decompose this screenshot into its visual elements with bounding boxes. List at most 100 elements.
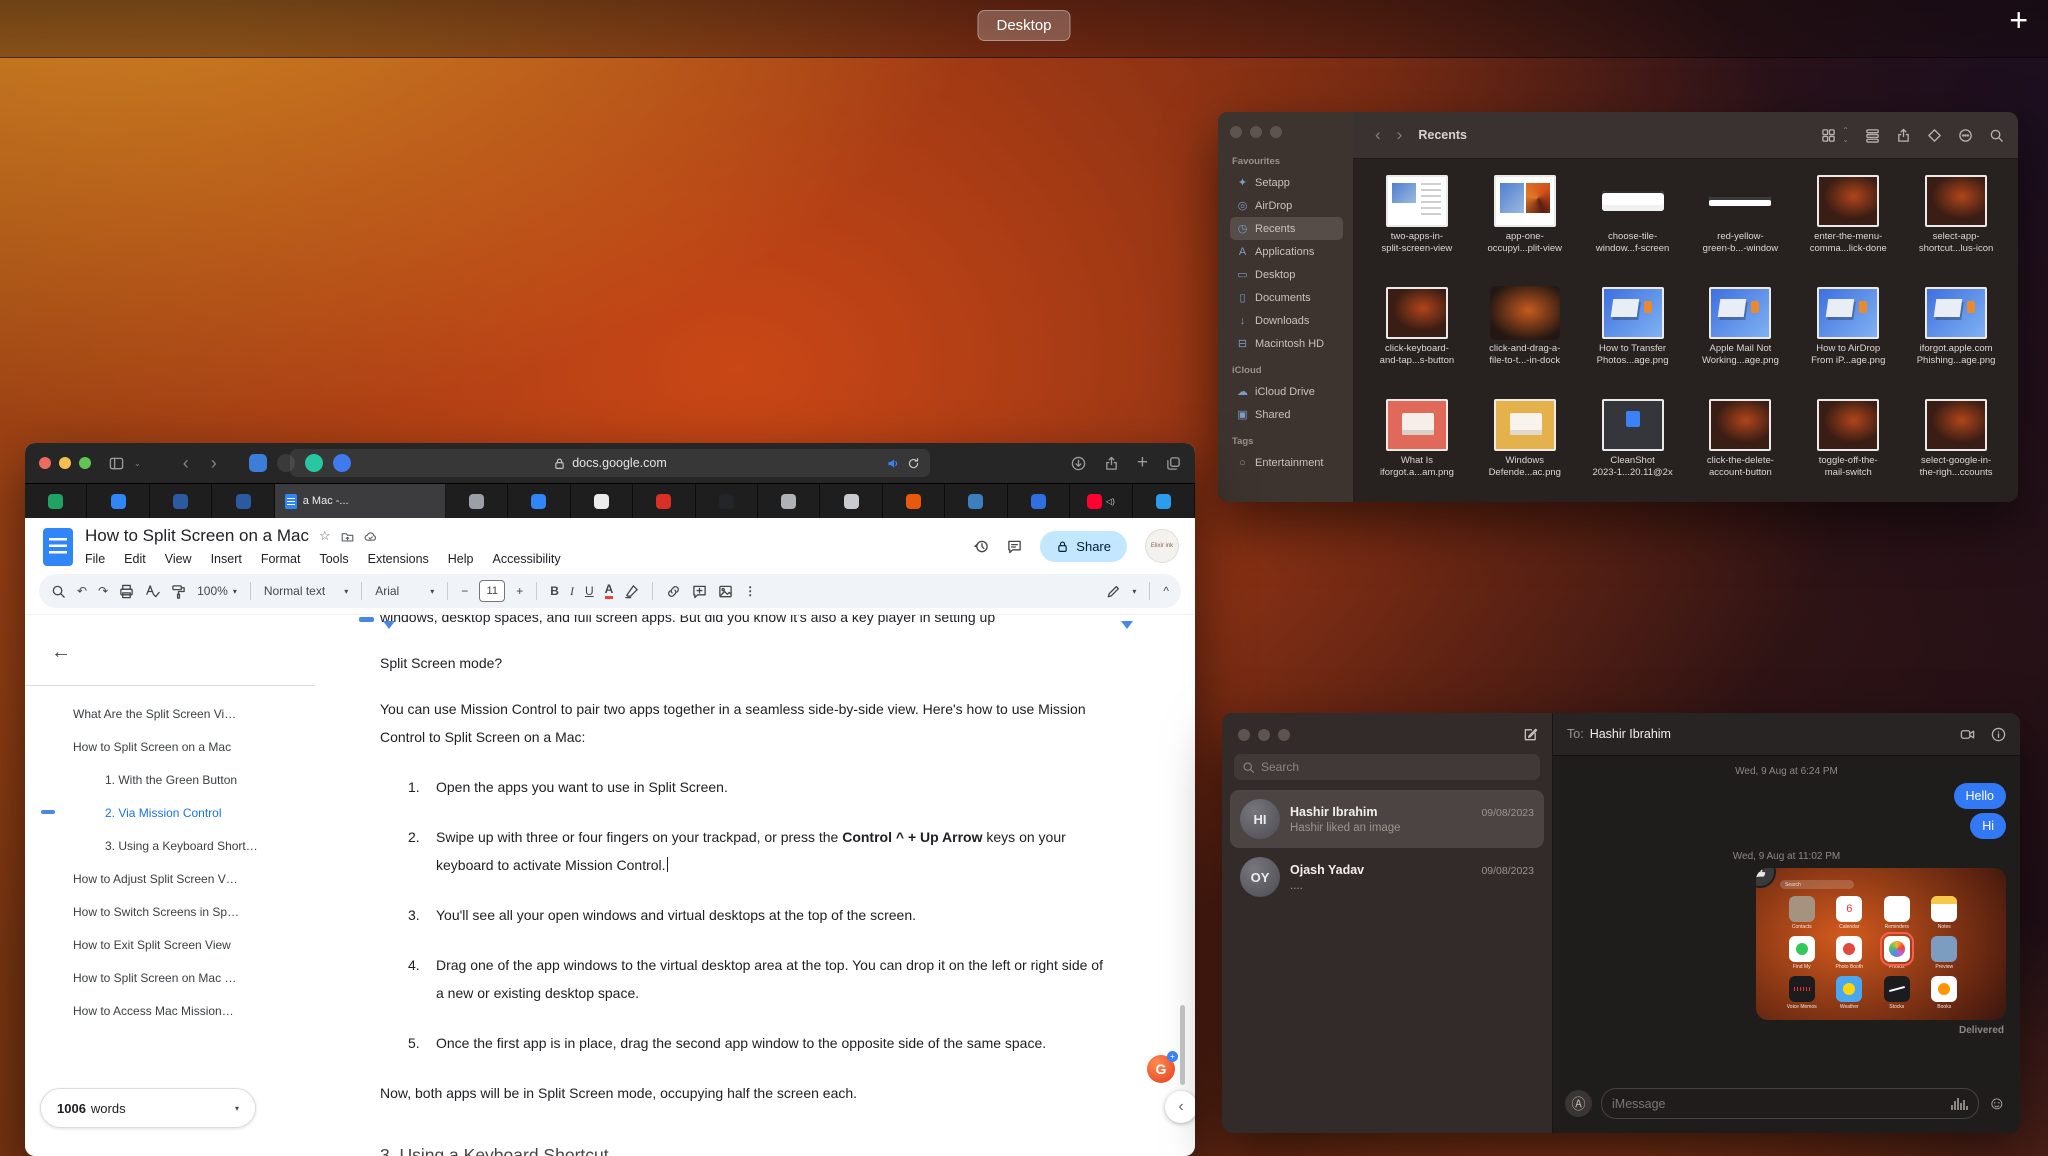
message-input[interactable]: iMessage: [1601, 1088, 1979, 1119]
undo-button[interactable]: ↶: [77, 584, 87, 598]
bold-button[interactable]: B: [550, 584, 559, 598]
sidebar-chevron[interactable]: ⌄: [134, 459, 141, 468]
pinned-tab[interactable]: [571, 484, 633, 518]
outline-item[interactable]: 1. With the Green Button: [25, 763, 355, 796]
compose-icon[interactable]: [1523, 727, 1538, 742]
menu-edit[interactable]: Edit: [124, 552, 146, 566]
sidebar-item-airdrop[interactable]: ◎AirDrop: [1230, 194, 1343, 217]
pinned-tab[interactable]: [758, 484, 820, 518]
finder-traffic-lights[interactable]: [1230, 126, 1343, 138]
comments-icon[interactable]: [1007, 539, 1022, 554]
share-icon[interactable]: [1104, 456, 1119, 471]
file-item[interactable]: two-apps-in-split-screen-view: [1367, 177, 1467, 289]
sidebar-item-shared[interactable]: ▣Shared: [1230, 403, 1343, 426]
sent-image-attachment[interactable]: Search Contacts6CalendarRemindersNotesFi…: [1756, 868, 2006, 1020]
address-bar[interactable]: docs.google.com: [290, 449, 930, 477]
tab-overview-icon[interactable]: [1166, 456, 1181, 471]
pinned-tab[interactable]: [820, 484, 882, 518]
move-folder-icon[interactable]: [341, 530, 354, 543]
account-avatar[interactable]: Elixir ink: [1145, 529, 1179, 563]
star-icon[interactable]: ☆: [319, 528, 331, 544]
heading-collapse-dash[interactable]: [359, 617, 374, 622]
pinned-tab[interactable]: [633, 484, 695, 518]
editing-mode-icon[interactable]: [1106, 584, 1121, 599]
pinned-tab[interactable]: ◁): [1070, 484, 1132, 518]
sent-message-bubble[interactable]: Hi: [1970, 813, 2006, 839]
font-select[interactable]: Arial▾: [375, 584, 434, 598]
audio-message-icon[interactable]: [1951, 1098, 1968, 1110]
file-item[interactable]: How to TransferPhotos...age.png: [1583, 289, 1683, 401]
menu-file[interactable]: File: [85, 552, 105, 566]
document-title[interactable]: How to Split Screen on a Mac: [85, 526, 309, 546]
menu-insert[interactable]: Insert: [211, 552, 242, 566]
file-item[interactable]: red-yellow-green-b...-window: [1691, 177, 1791, 289]
cloud-status-icon[interactable]: [364, 530, 377, 543]
menu-help[interactable]: Help: [448, 552, 474, 566]
menu-view[interactable]: View: [165, 552, 192, 566]
version-history-icon[interactable]: [974, 539, 989, 554]
file-item[interactable]: Apple Mail NotWorking...age.png: [1691, 289, 1791, 401]
paragraph-style-select[interactable]: Normal text▾: [264, 584, 348, 598]
outline-item[interactable]: How to Split Screen on a Mac: [25, 730, 355, 763]
add-space-button[interactable]: +: [2009, 2, 2028, 39]
conversation-row[interactable]: HIHashir Ibrahim09/08/2023Hashir liked a…: [1230, 790, 1544, 848]
editing-mode-chevron[interactable]: ▾: [1132, 587, 1136, 596]
sidebar-item-downloads[interactable]: ↓Downloads: [1230, 309, 1343, 332]
more-toolbar-button[interactable]: ⋮: [744, 584, 756, 598]
view-grid-icon[interactable]: [1821, 128, 1836, 143]
italic-button[interactable]: I: [570, 584, 574, 599]
font-size-increase[interactable]: +: [516, 584, 523, 598]
pinned-tab[interactable]: [25, 484, 87, 518]
insert-link-icon[interactable]: [666, 584, 681, 599]
emoji-picker-icon[interactable]: ☺: [1988, 1093, 2006, 1114]
search-icon[interactable]: [1989, 128, 2004, 143]
more-actions-icon[interactable]: [1958, 128, 1973, 143]
group-by-icon[interactable]: [1865, 128, 1880, 143]
imessage-apps-button[interactable]: Ⓐ: [1565, 1090, 1592, 1117]
outline-item[interactable]: 3. Using a Keyboard Short…: [25, 829, 355, 862]
paint-format-icon[interactable]: [171, 584, 186, 599]
facetime-icon[interactable]: [1960, 727, 1975, 742]
outline-item[interactable]: How to Access Mac Mission…: [25, 994, 355, 1027]
audio-speaker-icon[interactable]: [886, 457, 899, 470]
reload-icon[interactable]: [907, 457, 920, 470]
pinned-tab[interactable]: [87, 484, 149, 518]
file-item[interactable]: What Isiforgot.a...am.png: [1367, 401, 1467, 502]
file-item[interactable]: enter-the-menu-comma...lick-done: [1798, 177, 1898, 289]
sidebar-item-documents[interactable]: ▯Documents: [1230, 286, 1343, 309]
sidebar-item-icloud-drive[interactable]: ☁iCloud Drive: [1230, 380, 1343, 403]
font-size-decrease[interactable]: −: [461, 584, 468, 598]
heading-collapse-triangle[interactable]: [1121, 621, 1133, 629]
sidebar-toggle-icon[interactable]: [109, 456, 124, 471]
sidebar-item-desktop[interactable]: ▭Desktop: [1230, 263, 1343, 286]
outline-item[interactable]: 2. Via Mission Control: [25, 796, 355, 829]
menu-accessibility[interactable]: Accessibility: [493, 552, 561, 566]
pinned-tab[interactable]: [696, 484, 758, 518]
word-count-pill[interactable]: 1006 words ▾: [40, 1088, 256, 1128]
forward-button[interactable]: ›: [205, 453, 223, 474]
print-icon[interactable]: [119, 584, 134, 599]
pinned-tab[interactable]: [212, 484, 274, 518]
font-size-field[interactable]: 11: [479, 580, 505, 602]
underline-button[interactable]: U: [585, 584, 594, 598]
forward-button[interactable]: ›: [1389, 125, 1411, 145]
sidebar-item-entertainment[interactable]: ○Entertainment: [1230, 451, 1343, 474]
info-icon[interactable]: [1991, 727, 2006, 742]
spellcheck-icon[interactable]: [145, 584, 160, 599]
chat-transcript[interactable]: Wed, 9 Aug at 6:24 PM Hello Hi Wed, 9 Au…: [1553, 756, 2020, 1078]
back-button[interactable]: ‹: [1367, 125, 1389, 145]
pinned-tab[interactable]: [1133, 484, 1195, 518]
file-item[interactable]: click-the-delete-account-button: [1691, 401, 1791, 502]
heading-collapse-triangle[interactable]: [383, 621, 395, 629]
outline-item[interactable]: How to Adjust Split Screen V…: [25, 862, 355, 895]
file-item[interactable]: select-google-in-the-righ...ccounts: [1906, 401, 2006, 502]
tag-icon[interactable]: [1927, 128, 1942, 143]
pinned-tab[interactable]: [150, 484, 212, 518]
outline-item[interactable]: How to Exit Split Screen View: [25, 928, 355, 961]
sidebar-item-macintosh-hd[interactable]: ⊟Macintosh HD: [1230, 332, 1343, 355]
pinned-tab[interactable]: [883, 484, 945, 518]
extension-icon[interactable]: [249, 454, 267, 472]
new-tab-button[interactable]: +: [1137, 452, 1148, 474]
outline-item[interactable]: How to Split Screen on Mac …: [25, 961, 355, 994]
search-menus-icon[interactable]: [51, 584, 66, 599]
